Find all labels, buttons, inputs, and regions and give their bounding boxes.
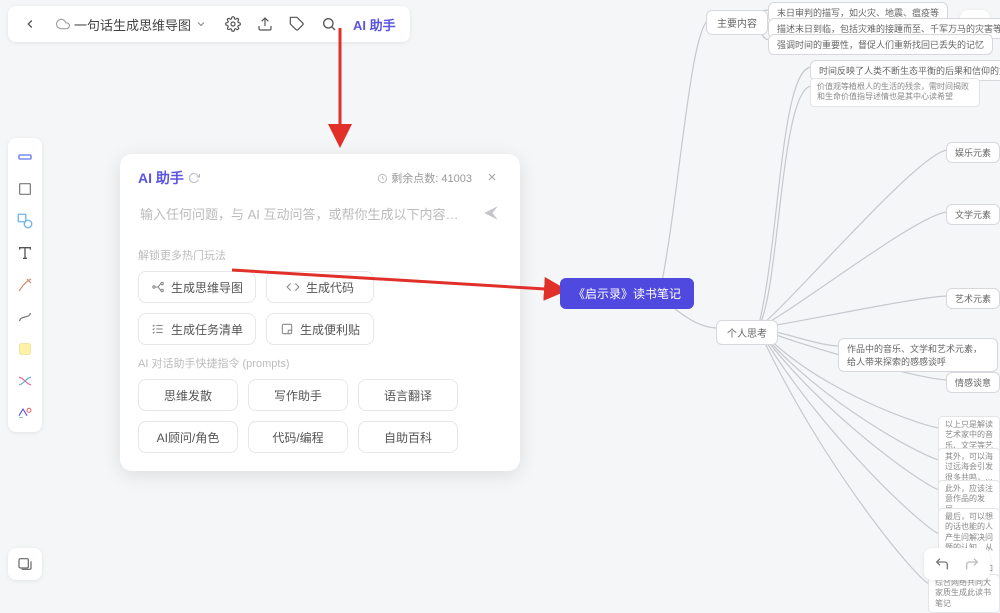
connector-tool[interactable] [12, 304, 38, 330]
mindmap-node[interactable]: 情感谈意 [946, 372, 1000, 393]
search-button[interactable] [315, 10, 343, 38]
ai-assistant-panel: AI 助手 剩余点数: 41003 解锁更多热门玩法 生成思维导图 生成代码 [120, 154, 520, 471]
chip-coding[interactable]: 代码/编程 [248, 421, 348, 453]
pen-tool[interactable] [12, 272, 38, 298]
mindmap-node[interactable]: 文学元素 [946, 204, 1000, 225]
sticky-note-tool[interactable] [12, 336, 38, 362]
chip-ai-role[interactable]: AI顾问/角色 [138, 421, 238, 453]
clock-icon [377, 173, 388, 184]
top-toolbar: 一句话生成思维导图 AI 助手 [8, 6, 410, 42]
settings-button[interactable] [219, 10, 247, 38]
mindmap-root-node[interactable]: 《启示录》读书笔记 [560, 278, 694, 309]
redo-icon [964, 556, 980, 572]
code-icon [286, 280, 300, 294]
close-icon [486, 171, 498, 183]
text-tool[interactable] [12, 240, 38, 266]
back-button[interactable] [16, 10, 44, 38]
section-popular-label: 解锁更多热门玩法 [138, 247, 502, 263]
mindmap-canvas[interactable]: 《启示录》读书笔记 主要内容 末日审判的描写，如火灾、地震、瘟疫等 描述末日到临… [520, 0, 1000, 594]
export-icon [257, 16, 273, 32]
mindmap-node[interactable]: 强调时间的重要性，督促人们重新找回已丢失的记忆 [768, 34, 993, 55]
layers-icon [17, 556, 33, 572]
send-icon [482, 204, 500, 222]
export-button[interactable] [251, 10, 279, 38]
chip-generate-checklist[interactable]: 生成任务清单 [138, 313, 256, 345]
undo-button[interactable] [930, 552, 954, 576]
send-button[interactable] [482, 204, 500, 225]
chip-translate[interactable]: 语言翻译 [358, 379, 458, 411]
ai-panel-title: AI 助手 [138, 168, 200, 188]
chip-generate-sticky[interactable]: 生成便利贴 [266, 313, 374, 345]
mindmap-node-thought[interactable]: 个人思考 [716, 320, 778, 345]
ai-prompt-input[interactable] [140, 207, 474, 222]
tag-button[interactable] [283, 10, 311, 38]
chip-writing-assistant[interactable]: 写作助手 [248, 379, 348, 411]
frame-tool[interactable] [12, 176, 38, 202]
layers-button[interactable] [8, 548, 42, 580]
undo-redo-bar [924, 548, 990, 580]
checklist-icon [151, 322, 165, 336]
section-prompts-label: AI 对话助手快捷指令 (prompts) [138, 355, 502, 371]
chip-encyclopedia[interactable]: 自助百科 [358, 421, 458, 453]
cloud-icon [56, 17, 70, 31]
select-tool[interactable] [12, 144, 38, 170]
gear-icon [225, 16, 241, 32]
mindmap-node-main[interactable]: 主要内容 [706, 10, 768, 35]
more-shapes-tool[interactable] [12, 400, 38, 426]
ai-assistant-tab[interactable]: AI 助手 [347, 15, 402, 34]
mindmap-tool[interactable] [12, 368, 38, 394]
mindmap-node[interactable]: 艺术元素 [946, 288, 1000, 309]
chip-generate-code[interactable]: 生成代码 [266, 271, 374, 303]
close-panel-button[interactable] [482, 168, 502, 188]
shape-tool[interactable] [12, 208, 38, 234]
sticky-icon [280, 322, 294, 336]
chip-generate-mindmap[interactable]: 生成思维导图 [138, 271, 256, 303]
points-remaining: 剩余点数: 41003 [377, 170, 472, 186]
refresh-icon[interactable] [188, 172, 200, 184]
document-title[interactable]: 一句话生成思维导图 [48, 10, 215, 38]
mindmap-node[interactable]: 娱乐元素 [946, 142, 1000, 163]
document-title-text: 一句话生成思维导图 [74, 15, 191, 34]
chevron-down-icon [195, 18, 207, 30]
mindmap-node[interactable]: 价值观等植根人的生活的残余，需时间揭败和生命价值指导述情也是其中心读希望 [810, 78, 980, 107]
tag-icon [289, 16, 305, 32]
mindmap-icon [151, 280, 165, 294]
undo-icon [934, 556, 950, 572]
chip-brainstorm[interactable]: 思维发散 [138, 379, 238, 411]
mindmap-node[interactable]: 作品中的音乐、文学和艺术元素，给人带来探索的感感谈呼 [838, 338, 998, 372]
left-toolbar [8, 138, 42, 432]
annotation-arrow-down [320, 28, 360, 148]
search-icon [321, 16, 337, 32]
redo-button[interactable] [960, 552, 984, 576]
